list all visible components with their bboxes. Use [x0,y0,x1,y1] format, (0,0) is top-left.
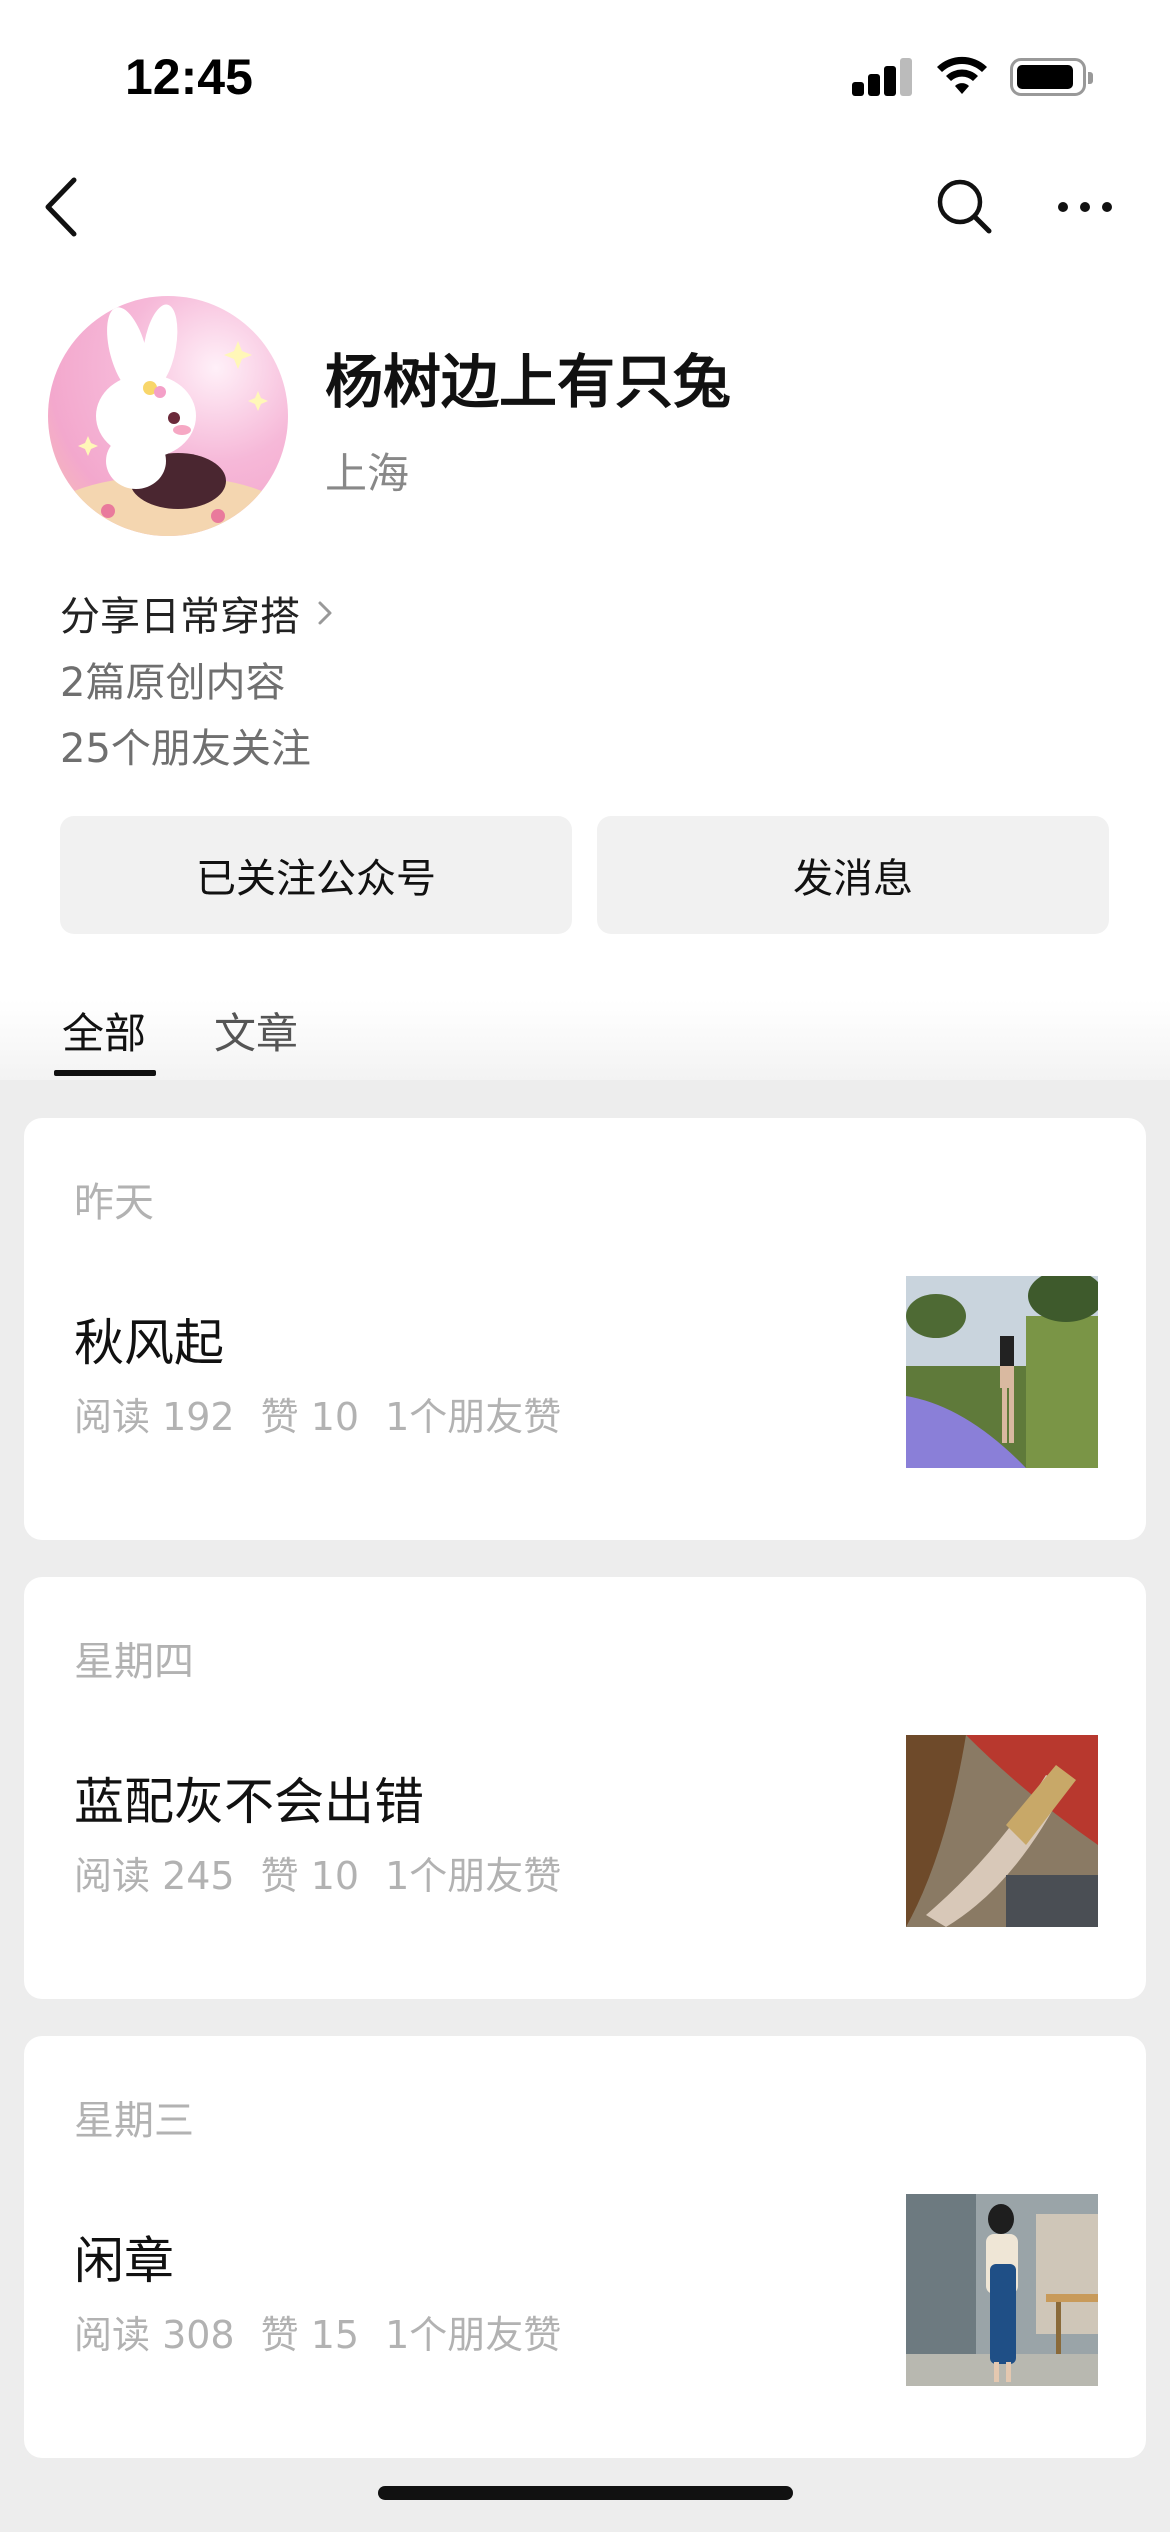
status-time: 12:45 [125,49,253,105]
article-title: 蓝配灰不会出错 [74,1773,424,1831]
account-description-link[interactable]: 分享日常穿搭 [60,585,336,641]
avatar[interactable] [48,296,288,536]
account-name: 杨树边上有只兔 [325,348,732,416]
cellular-signal-icon [852,56,914,96]
account-location: 上海 [325,449,410,498]
article-likes: 赞 10 [260,1854,360,1898]
friends-following-count: 25个朋友关注 [60,726,311,772]
article-meta: 阅读 308 赞 15 1个朋友赞 [74,2304,587,2359]
article-date: 昨天 [74,1180,154,1226]
article-thumbnail [906,2194,1098,2386]
article-meta: 阅读 192 赞 10 1个朋友赞 [74,1386,587,1441]
more-icon[interactable] [1055,192,1115,222]
article-date: 星期四 [74,1639,194,1685]
article-thumbnail [906,1735,1098,1927]
article-reads: 阅读 245 [74,1854,235,1898]
article-likes: 赞 15 [260,2313,360,2357]
tab-articles[interactable]: 文章 [214,1000,298,1061]
article-date: 星期三 [74,2098,194,2144]
article-thumbnail [906,1276,1098,1468]
article-card[interactable]: 昨天 秋风起 阅读 192 赞 10 1个朋友赞 [24,1118,1146,1540]
tab-all[interactable]: 全部 [62,1000,146,1061]
article-friend-likes: 1个朋友赞 [385,1854,562,1898]
bunny-avatar-illustration [48,304,288,536]
article-card[interactable]: 星期三 闲章 阅读 308 赞 15 1个朋友赞 [24,2036,1146,2458]
content-tabs: 全部 文章 [0,1000,1170,1080]
article-likes: 赞 10 [260,1395,360,1439]
article-meta: 阅读 245 赞 10 1个朋友赞 [74,1845,587,1900]
article-reads: 阅读 308 [74,2313,235,2357]
chevron-right-icon [318,601,332,625]
back-button[interactable] [42,176,82,238]
article-reads: 阅读 192 [74,1395,235,1439]
status-bar: 12:45 [0,0,1170,150]
article-card[interactable]: 星期四 蓝配灰不会出错 阅读 245 赞 10 1个朋友赞 [24,1577,1146,1999]
wifi-icon [937,56,987,94]
account-description: 分享日常穿搭 [60,594,300,640]
followed-button[interactable]: 已关注公众号 [60,816,572,934]
article-title: 闲章 [74,2232,174,2290]
battery-icon [1010,58,1093,96]
active-tab-indicator [54,1070,156,1076]
original-content-count: 2篇原创内容 [60,660,286,706]
article-friend-likes: 1个朋友赞 [385,2313,562,2357]
home-indicator[interactable] [378,2486,793,2500]
send-message-button[interactable]: 发消息 [597,816,1109,934]
article-friend-likes: 1个朋友赞 [385,1395,562,1439]
article-title: 秋风起 [74,1314,224,1372]
search-icon[interactable] [934,176,994,236]
